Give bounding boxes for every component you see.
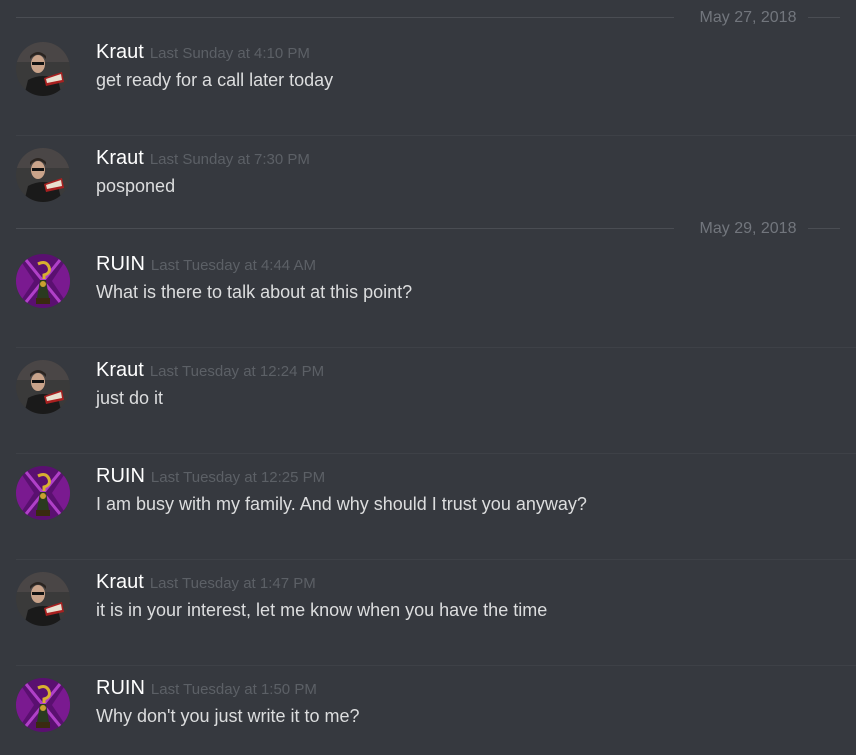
author-name[interactable]: Kraut xyxy=(96,147,144,169)
message-timestamp[interactable]: Last Sunday at 7:30 PM xyxy=(150,151,310,168)
message-content: get ready for a call later today xyxy=(96,70,334,90)
message-header: Kraut Last Tuesday at 12:24 PM xyxy=(96,358,324,384)
ruin-avatar[interactable] xyxy=(16,678,70,732)
message-timestamp[interactable]: Last Sunday at 4:10 PM xyxy=(150,45,310,62)
date-divider: May 27, 2018 xyxy=(16,8,856,28)
message-timestamp[interactable]: Last Tuesday at 1:47 PM xyxy=(150,575,316,592)
ruin-avatar[interactable] xyxy=(16,254,70,308)
message-header: RUIN Last Tuesday at 1:50 PM xyxy=(96,676,317,702)
divider-line xyxy=(16,17,674,18)
message-content: just do it xyxy=(96,388,164,408)
message-timestamp[interactable]: Last Tuesday at 1:50 PM xyxy=(151,681,317,698)
author-name[interactable]: Kraut xyxy=(96,359,144,381)
message-content: it is in your interest, let me know when… xyxy=(96,600,548,620)
message-timestamp[interactable]: Last Tuesday at 12:24 PM xyxy=(150,363,324,380)
message: Kraut Last Tuesday at 1:47 PM it is in yo… xyxy=(0,560,856,666)
message-header: RUIN Last Tuesday at 4:44 AM xyxy=(96,252,316,278)
message-content: posponed xyxy=(96,176,176,196)
message-header: Kraut Last Sunday at 7:30 PM xyxy=(96,146,310,172)
kraut-avatar[interactable] xyxy=(16,572,70,626)
date-divider-label: May 29, 2018 xyxy=(699,220,797,237)
message-content: I am busy with my family. And why should… xyxy=(96,494,587,514)
message-content: Why don't you just write it to me? xyxy=(96,706,360,726)
message: Kraut Last Tuesday at 12:24 PM just do it xyxy=(0,348,856,454)
message: Kraut Last Sunday at 4:10 PM get ready fo… xyxy=(0,30,856,136)
ruin-avatar[interactable] xyxy=(16,466,70,520)
author-name[interactable]: RUIN xyxy=(96,253,145,275)
author-name[interactable]: RUIN xyxy=(96,677,145,699)
message-content: What is there to talk about at this poin… xyxy=(96,282,413,302)
date-divider: May 29, 2018 xyxy=(16,219,856,239)
message: RUIN Last Tuesday at 1:50 PM Why don't yo… xyxy=(0,666,856,755)
divider-line xyxy=(808,17,840,18)
kraut-avatar[interactable] xyxy=(16,360,70,414)
author-name[interactable]: Kraut xyxy=(96,41,144,63)
kraut-avatar[interactable] xyxy=(16,42,70,96)
message-timestamp[interactable]: Last Tuesday at 4:44 AM xyxy=(151,257,316,274)
message: RUIN Last Tuesday at 12:25 PM I am busy w… xyxy=(0,454,856,560)
chat-messages: May 27, 2018 Kraut Last Sunday at 4:10 PM… xyxy=(0,0,856,755)
message-header: RUIN Last Tuesday at 12:25 PM xyxy=(96,464,325,490)
date-divider-label: May 27, 2018 xyxy=(699,9,797,26)
message: RUIN Last Tuesday at 4:44 AM What is ther… xyxy=(0,242,856,348)
divider-line xyxy=(808,228,840,229)
message-timestamp[interactable]: Last Tuesday at 12:25 PM xyxy=(151,469,325,486)
author-name[interactable]: RUIN xyxy=(96,465,145,487)
divider-line xyxy=(16,228,674,229)
message-header: Kraut Last Sunday at 4:10 PM xyxy=(96,40,310,66)
message-header: Kraut Last Tuesday at 1:47 PM xyxy=(96,570,316,596)
author-name[interactable]: Kraut xyxy=(96,571,144,593)
kraut-avatar[interactable] xyxy=(16,148,70,202)
